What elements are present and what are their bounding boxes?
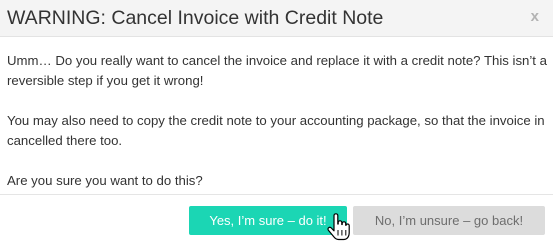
cancel-button[interactable]: No, I’m unsure – go back! xyxy=(353,206,545,235)
confirm-button[interactable]: Yes, I’m sure – do it! xyxy=(189,206,347,235)
dialog-header: WARNING: Cancel Invoice with Credit Note… xyxy=(0,0,553,37)
close-icon[interactable]: x xyxy=(531,8,539,26)
dialog-footer: Yes, I’m sure – do it! No, I’m unsure – … xyxy=(0,194,553,243)
cancel-invoice-dialog: WARNING: Cancel Invoice with Credit Note… xyxy=(0,0,553,243)
dialog-title: WARNING: Cancel Invoice with Credit Note xyxy=(7,7,384,29)
warning-message: Umm… Do you really want to cancel the in… xyxy=(7,53,547,88)
dialog-body: Umm… Do you really want to cancel the in… xyxy=(7,51,547,211)
confirmation-question: Are you sure you want to do this? xyxy=(7,173,203,188)
accounting-note: You may also need to copy the credit not… xyxy=(7,113,545,148)
